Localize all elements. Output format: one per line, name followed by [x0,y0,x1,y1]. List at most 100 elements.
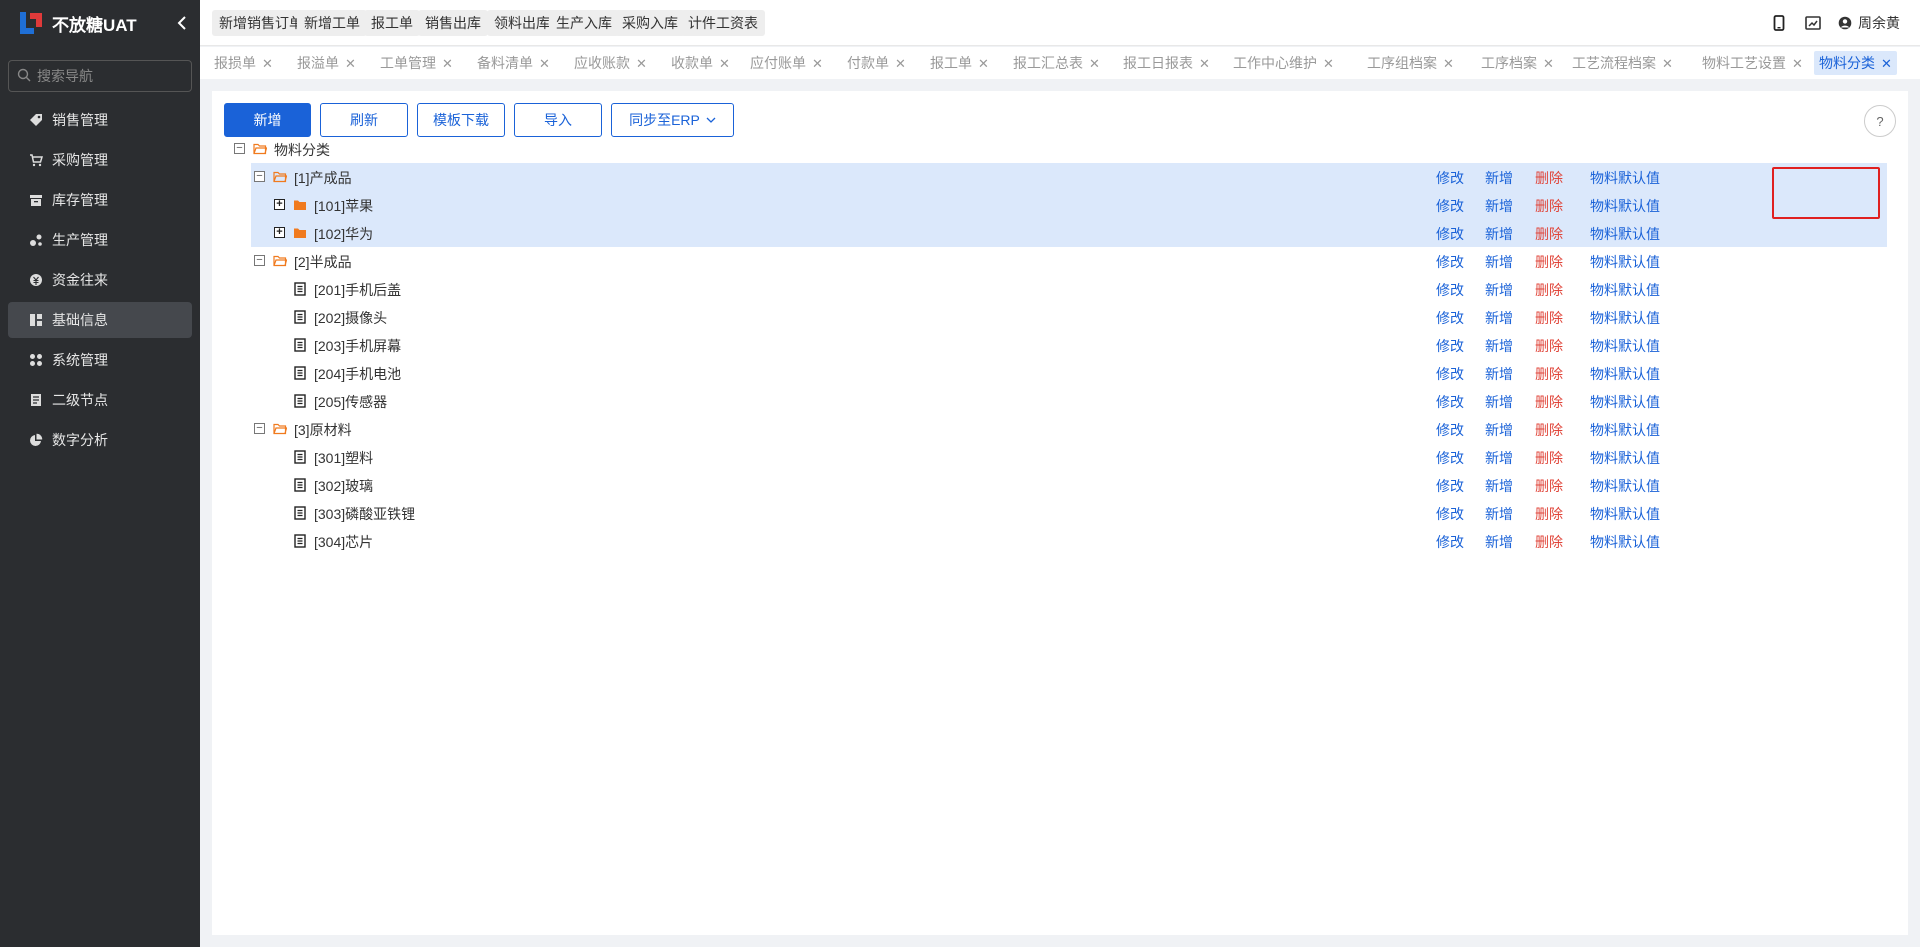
tree-row[interactable]: [302]玻璃 修改 新增 删除 物料默认值 [212,471,1908,499]
close-icon[interactable]: ✕ [1323,56,1334,71]
material-defaults-link[interactable]: 物料默认值 [1590,420,1660,440]
close-icon[interactable]: ✕ [442,56,453,71]
delete-link[interactable]: 删除 [1535,532,1563,552]
add-child-link[interactable]: 新增 [1485,252,1513,272]
close-icon[interactable]: ✕ [1543,56,1554,71]
quick-action-button[interactable]: 计件工资表 [681,10,765,36]
edit-link[interactable]: 修改 [1436,196,1464,216]
tab-item[interactable]: 工序组档案 ✕ [1362,51,1459,75]
sidebar-item-8[interactable]: 数字分析 [8,422,192,458]
edit-link[interactable]: 修改 [1436,392,1464,412]
add-child-link[interactable]: 新增 [1485,308,1513,328]
tab-item[interactable]: 报损单 ✕ [209,51,278,75]
material-defaults-link[interactable]: 物料默认值 [1590,308,1660,328]
tree-row[interactable]: − [3]原材料 修改 新增 删除 物料默认值 [212,415,1908,443]
material-defaults-link[interactable]: 物料默认值 [1590,504,1660,524]
close-icon[interactable]: ✕ [978,56,989,71]
close-icon[interactable]: ✕ [636,56,647,71]
add-child-link[interactable]: 新增 [1485,420,1513,440]
delete-link[interactable]: 删除 [1535,504,1563,524]
add-child-link[interactable]: 新增 [1485,196,1513,216]
add-child-link[interactable]: 新增 [1485,448,1513,468]
edit-link[interactable]: 修改 [1436,364,1464,384]
delete-link[interactable]: 删除 [1535,448,1563,468]
add-child-link[interactable]: 新增 [1485,532,1513,552]
user-menu[interactable]: 周余黄 [1838,13,1900,33]
delete-link[interactable]: 删除 [1535,308,1563,328]
tree-row[interactable]: [205]传感器 修改 新增 删除 物料默认值 [212,387,1908,415]
tab-item[interactable]: 收款单 ✕ [666,51,735,75]
delete-link[interactable]: 删除 [1535,364,1563,384]
sidebar-item-5[interactable]: 基础信息 [8,302,192,338]
quick-action-button[interactable]: 采购入库 [615,10,685,36]
collapse-icon[interactable]: − [234,143,245,154]
add-child-link[interactable]: 新增 [1485,168,1513,188]
tab-item[interactable]: 应收账款 ✕ [569,51,652,75]
add-child-link[interactable]: 新增 [1485,364,1513,384]
tab-item[interactable]: 报工日报表 ✕ [1118,51,1215,75]
material-defaults-link[interactable]: 物料默认值 [1590,252,1660,272]
help-icon[interactable]: ? [1864,105,1896,137]
close-icon[interactable]: ✕ [1662,56,1673,71]
search-input[interactable] [37,68,187,84]
sidebar-item-1[interactable]: 采购管理 [8,142,192,178]
material-defaults-link[interactable]: 物料默认值 [1590,336,1660,356]
delete-link[interactable]: 删除 [1535,196,1563,216]
tree-node-label[interactable]: [101]苹果 [314,196,373,216]
sidebar-item-2[interactable]: 库存管理 [8,182,192,218]
close-icon[interactable]: ✕ [1881,56,1892,71]
tree-row[interactable]: [203]手机屏幕 修改 新增 删除 物料默认值 [212,331,1908,359]
tree-node-label[interactable]: [202]摄像头 [314,308,387,328]
tree-node-label[interactable]: [204]手机电池 [314,364,401,384]
material-defaults-link[interactable]: 物料默认值 [1590,448,1660,468]
quick-action-button[interactable]: 新增工单 [297,10,367,36]
add-child-link[interactable]: 新增 [1485,476,1513,496]
material-defaults-link[interactable]: 物料默认值 [1590,224,1660,244]
tree-node-label[interactable]: [304]芯片 [314,532,373,552]
tree-row[interactable]: [204]手机电池 修改 新增 删除 物料默认值 [212,359,1908,387]
add-child-link[interactable]: 新增 [1485,280,1513,300]
tree-row[interactable]: [301]塑料 修改 新增 删除 物料默认值 [212,443,1908,471]
material-defaults-link[interactable]: 物料默认值 [1590,392,1660,412]
close-icon[interactable]: ✕ [1443,56,1454,71]
delete-link[interactable]: 删除 [1535,168,1563,188]
tree-node-label[interactable]: [303]磷酸亚铁锂 [314,504,415,524]
material-defaults-link[interactable]: 物料默认值 [1590,196,1660,216]
tree-row[interactable]: [202]摄像头 修改 新增 删除 物料默认值 [212,303,1908,331]
tab-item[interactable]: 报工汇总表 ✕ [1008,51,1105,75]
quick-action-button[interactable]: 新增销售订单 [212,10,310,36]
delete-link[interactable]: 删除 [1535,476,1563,496]
tree-row[interactable]: + [102]华为 修改 新增 删除 物料默认值 [251,219,1887,247]
tab-item[interactable]: 工序档案 ✕ [1476,51,1559,75]
edit-link[interactable]: 修改 [1436,336,1464,356]
close-icon[interactable]: ✕ [345,56,356,71]
add-child-link[interactable]: 新增 [1485,504,1513,524]
close-icon[interactable]: ✕ [1792,56,1803,71]
tree-node-label[interactable]: [1]产成品 [294,168,352,188]
tree-node-label[interactable]: [302]玻璃 [314,476,373,496]
tree-row[interactable]: [304]芯片 修改 新增 删除 物料默认值 [212,527,1908,555]
tree-row[interactable]: + [101]苹果 修改 新增 删除 物料默认值 [251,191,1887,219]
tree-row[interactable]: [201]手机后盖 修改 新增 删除 物料默认值 [212,275,1908,303]
tree-node-label[interactable]: [201]手机后盖 [314,280,401,300]
quick-action-button[interactable]: 报工单 [364,10,420,36]
material-defaults-link[interactable]: 物料默认值 [1590,532,1660,552]
chevron-left-icon[interactable] [172,13,192,33]
dashboard-icon[interactable] [1796,0,1830,46]
tree-row[interactable]: [303]磷酸亚铁锂 修改 新增 删除 物料默认值 [212,499,1908,527]
quick-action-button[interactable]: 领料出库 [487,10,557,36]
material-defaults-link[interactable]: 物料默认值 [1590,168,1660,188]
tab-item[interactable]: 付款单 ✕ [842,51,911,75]
sidebar-item-6[interactable]: 系统管理 [8,342,192,378]
sync-erp-dropdown[interactable]: 同步至ERP [611,103,734,137]
close-icon[interactable]: ✕ [812,56,823,71]
edit-link[interactable]: 修改 [1436,168,1464,188]
collapse-icon[interactable]: − [254,423,265,434]
edit-link[interactable]: 修改 [1436,420,1464,440]
edit-link[interactable]: 修改 [1436,476,1464,496]
expand-icon[interactable]: + [274,227,285,238]
edit-link[interactable]: 修改 [1436,252,1464,272]
tree-node-label[interactable]: [301]塑料 [314,448,373,468]
material-defaults-link[interactable]: 物料默认值 [1590,280,1660,300]
tab-item[interactable]: 物料分类 ✕ [1814,51,1897,75]
